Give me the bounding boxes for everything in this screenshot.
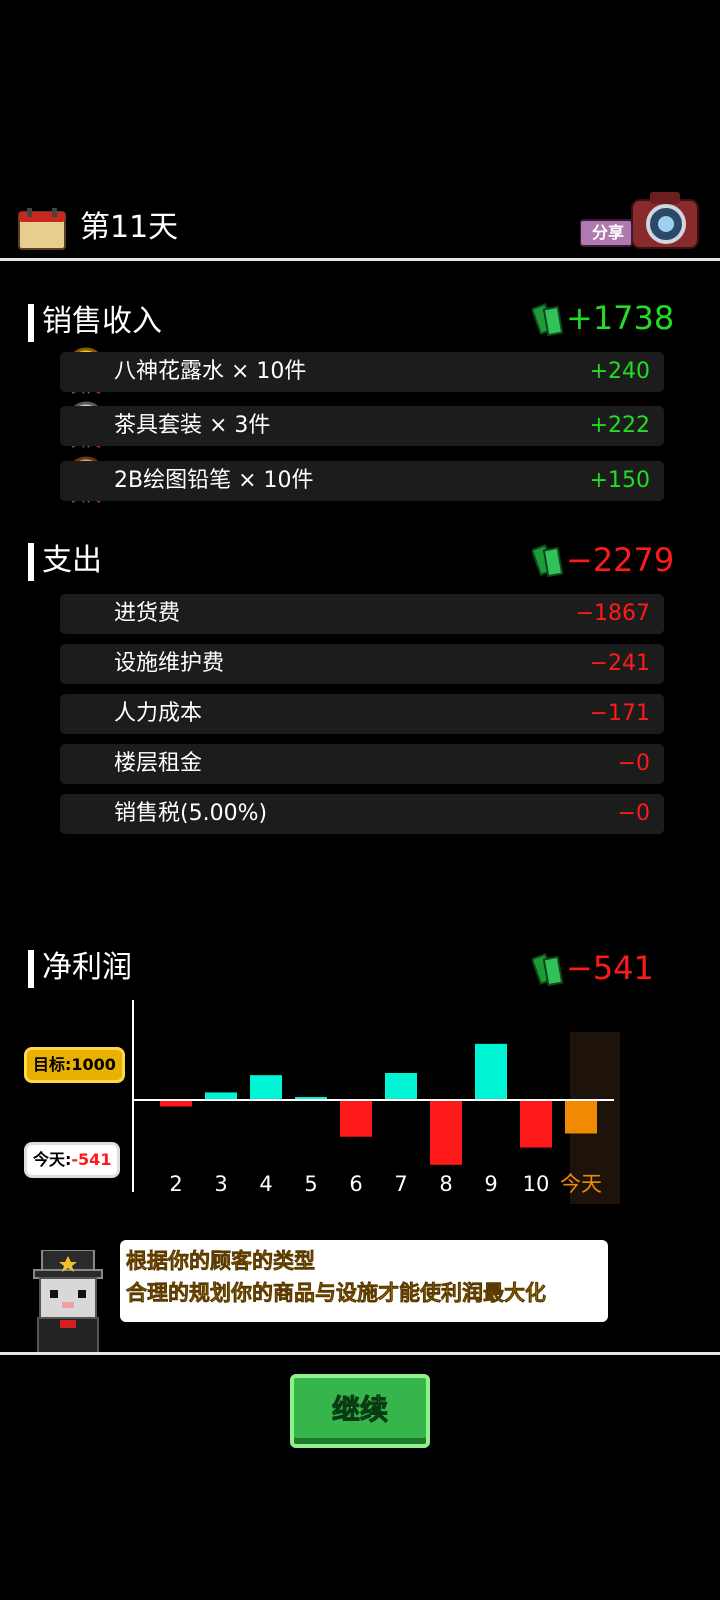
today-tag-prefix: 今天: xyxy=(33,1150,72,1169)
income-item-value: +222 xyxy=(589,413,650,438)
expense-row: 楼层租金 −0 xyxy=(60,744,664,784)
expense-item-value: −0 xyxy=(617,751,650,776)
continue-button[interactable]: 继续 xyxy=(290,1374,430,1448)
chart-bar xyxy=(250,1075,282,1100)
x-tick-label: 6 xyxy=(349,1172,362,1196)
tip-line-2: 合理的规划你的商品与设施才能使利润最大化 xyxy=(126,1281,547,1306)
tip-line-1: 根据你的顾客的类型 xyxy=(126,1249,316,1274)
income-row: 2B绘图铅笔 × 10件 +150 xyxy=(60,461,664,501)
x-tick-label: 4 xyxy=(259,1172,272,1196)
expense-item-label: 销售税(5.00%) xyxy=(114,801,268,826)
section-marker xyxy=(28,950,34,988)
income-item-value: +150 xyxy=(589,468,650,493)
expense-title: 支出 xyxy=(42,543,102,578)
x-tick-label: 2 xyxy=(169,1172,182,1196)
x-tick-label: 3 xyxy=(214,1172,227,1196)
expense-item-label: 人力成本 xyxy=(114,701,203,726)
today-tag: 今天:-541 xyxy=(24,1142,121,1178)
money-icon xyxy=(532,303,564,336)
expense-item-label: 进货费 xyxy=(114,601,181,626)
share-label: 分享 xyxy=(591,223,624,242)
calendar-icon xyxy=(18,208,66,250)
income-item-value: +240 xyxy=(589,359,650,384)
profit-chart: 2 3 4 5 6 7 8 9 10 今天 xyxy=(132,1000,620,1204)
expense-item-value: −1867 xyxy=(575,601,650,626)
money-icon xyxy=(532,953,564,986)
expense-row: 设施维护费 −241 xyxy=(60,644,664,684)
chart-bar xyxy=(520,1100,552,1148)
income-title: 销售收入 xyxy=(42,304,162,339)
chart-bar xyxy=(565,1100,597,1134)
x-tick-label: 9 xyxy=(484,1172,497,1196)
income-item-label: 2B绘图铅笔 × 10件 xyxy=(114,468,314,493)
expense-row: 人力成本 −171 xyxy=(60,694,664,734)
expense-row: 进货费 −1867 xyxy=(60,594,664,634)
day-title: 第11天 xyxy=(80,210,179,245)
income-row: 茶具套装 × 3件 +222 xyxy=(60,406,664,446)
money-icon xyxy=(532,544,564,577)
tip-bubble: 根据你的顾客的类型 合理的规划你的商品与设施才能使利润最大化 xyxy=(120,1240,608,1322)
footer-divider xyxy=(0,1352,720,1355)
header-divider xyxy=(0,258,720,261)
mascot-cat-icon xyxy=(33,1250,103,1355)
section-marker xyxy=(28,304,34,342)
income-item-label: 八神花露水 × 10件 xyxy=(114,359,307,384)
expense-total: −2279 xyxy=(566,541,675,579)
section-marker xyxy=(28,543,34,581)
expense-row: 销售税(5.00%) −0 xyxy=(60,794,664,834)
net-title: 净利润 xyxy=(42,950,132,985)
chart-bar xyxy=(430,1100,462,1165)
chart-bar xyxy=(340,1100,372,1137)
x-tick-label: 8 xyxy=(439,1172,452,1196)
expense-item-value: −241 xyxy=(589,651,650,676)
expense-item-label: 设施维护费 xyxy=(114,651,225,676)
income-row: 八神花露水 × 10件 +240 xyxy=(60,352,664,392)
share-button[interactable]: 分享 xyxy=(579,190,704,252)
expense-item-value: −171 xyxy=(589,701,650,726)
expense-item-value: −0 xyxy=(617,801,650,826)
income-total: +1738 xyxy=(566,299,675,337)
chart-bar xyxy=(385,1073,417,1100)
income-item-label: 茶具套装 × 3件 xyxy=(114,413,271,438)
x-tick-label: 10 xyxy=(523,1172,550,1196)
continue-label: 继续 xyxy=(331,1393,388,1427)
target-tag: 目标:1000 xyxy=(24,1047,125,1083)
x-tick-label: 5 xyxy=(304,1172,317,1196)
net-total: −541 xyxy=(566,949,654,987)
chart-bar xyxy=(475,1043,507,1100)
expense-item-label: 楼层租金 xyxy=(114,751,203,776)
today-tag-value: -541 xyxy=(71,1150,112,1169)
x-tick-label: 今天 xyxy=(560,1172,602,1196)
chart-bar xyxy=(205,1092,237,1100)
x-tick-label: 7 xyxy=(394,1172,407,1196)
